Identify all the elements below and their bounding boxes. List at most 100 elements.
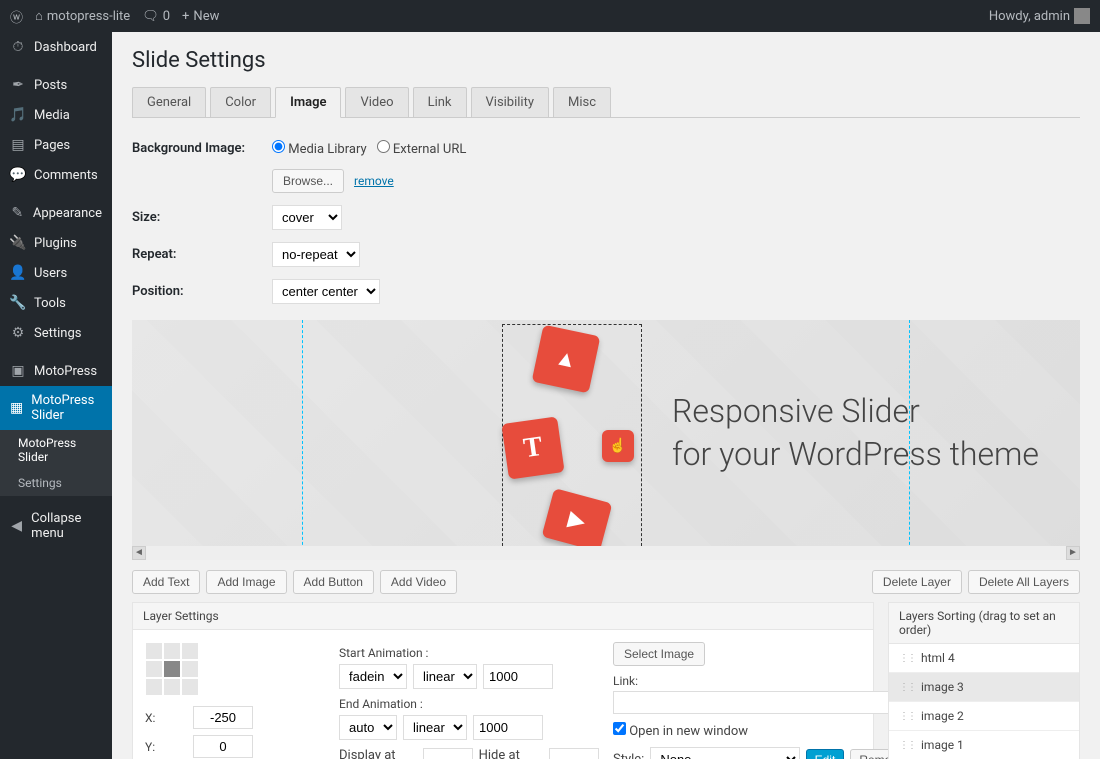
brush-icon: ✎ [10,205,25,221]
slide-headline[interactable]: Responsive Sliderfor your WordPress them… [672,390,1039,476]
media-icon: 🎵 [10,107,26,123]
delete-layer-button[interactable]: Delete Layer [872,570,962,594]
y-label: Y: [145,740,185,754]
start-dur-input[interactable] [483,664,553,689]
bg-image-label: Background Image: [132,141,272,156]
sidebar-appearance[interactable]: ✎Appearance [0,198,112,228]
drag-handle-icon: ⋮⋮ [899,740,915,751]
size-select[interactable]: cover [272,205,342,230]
display-at-input[interactable] [423,748,473,759]
tab-misc[interactable]: Misc [553,87,611,117]
new-link[interactable]: + New [182,9,219,24]
comments-link[interactable]: 🗨 0 [142,9,170,24]
layer-text-icon[interactable]: T [501,416,564,479]
layer-settings-title: Layer Settings [133,603,873,630]
y-input[interactable] [193,735,253,758]
layers-sorting-panel: Layers Sorting (drag to set an order) ⋮⋮… [888,602,1080,759]
add-image-button[interactable]: Add Image [206,570,286,594]
end-anim-select[interactable]: auto [339,715,397,740]
avatar [1074,8,1090,24]
sidebar-media[interactable]: 🎵Media [0,100,112,130]
user-icon: 👤 [10,265,26,281]
style-label: Style: [613,752,644,759]
canvas-hscroll[interactable]: ◄► [132,546,1080,560]
sort-item[interactable]: ⋮⋮image 2 [889,702,1079,731]
delete-all-layers-button[interactable]: Delete All Layers [968,570,1080,594]
drag-handle-icon: ⋮⋮ [899,682,915,693]
page-icon: ▤ [10,137,26,153]
sidebar-dashboard[interactable]: ⏱Dashboard [0,32,112,62]
slide-canvas[interactable]: ▲ T ☝ ▶ Responsive Sliderfor your WordPr… [132,320,1080,560]
mp-slider-icon: ▦ [10,400,23,416]
start-anim-select[interactable]: fadein [339,664,407,689]
sidebar-users[interactable]: 👤Users [0,258,112,288]
sidebar-plugins[interactable]: 🔌Plugins [0,228,112,258]
position-select[interactable]: center center [272,279,380,304]
tab-general[interactable]: General [132,87,206,117]
start-anim-label: Start Animation : [339,646,599,660]
sort-item[interactable]: ⋮⋮html 4 [889,644,1079,673]
link-input[interactable] [613,691,913,714]
start-ease-select[interactable]: linear [413,664,477,689]
x-label: X: [145,711,185,725]
layers-sorting-title: Layers Sorting (drag to set an order) [889,603,1079,644]
gauge-icon: ⏱ [10,39,26,55]
admin-sidebar: ⏱Dashboard ✒Posts 🎵Media ▤Pages 💬Comment… [0,32,112,759]
hide-at-label: Hide at (ms): [479,748,543,759]
open-new-window[interactable]: Open in new window [613,724,748,739]
add-video-button[interactable]: Add Video [380,570,457,594]
comment-icon: 💬 [10,167,26,183]
style-select[interactable]: None [650,747,799,759]
page-title: Slide Settings [132,48,1080,73]
remove-link[interactable]: remove [354,174,394,188]
display-at-label: Display at (ms): [339,748,417,759]
collapse-icon: ◀ [10,518,23,534]
sidebar-posts[interactable]: ✒Posts [0,70,112,100]
radio-media-library[interactable]: Media Library [272,140,367,157]
collapse-menu[interactable]: ◀Collapse menu [0,504,112,548]
add-button-button[interactable]: Add Button [293,570,374,594]
tab-visibility[interactable]: Visibility [471,87,550,117]
sort-item[interactable]: ⋮⋮image 1 [889,731,1079,759]
sidebar-sub-settings[interactable]: Settings [0,470,112,496]
layer-settings-panel: Layer Settings X: Y: width [132,602,874,759]
sidebar-pages[interactable]: ▤Pages [0,130,112,160]
sidebar-sub-slider[interactable]: MotoPress Slider [0,430,112,470]
layer-image-icon[interactable]: ▲ [532,325,601,394]
site-link[interactable]: ⌂ motopress-lite [35,8,130,24]
wp-logo-icon[interactable]: ⓦ [10,7,23,26]
howdy-link[interactable]: Howdy, admin [989,8,1090,24]
sidebar-tools[interactable]: 🔧Tools [0,288,112,318]
tab-link[interactable]: Link [413,87,467,117]
position-label: Position: [132,284,272,299]
end-ease-select[interactable]: linear [403,715,467,740]
end-dur-input[interactable] [473,715,543,740]
x-input[interactable] [193,706,253,729]
add-text-button[interactable]: Add Text [132,570,200,594]
tab-color[interactable]: Color [210,87,271,117]
repeat-select[interactable]: no-repeat [272,242,360,267]
sort-item[interactable]: ⋮⋮image 3 [889,673,1079,702]
hide-at-input[interactable] [549,748,599,759]
admin-toolbar: ⓦ ⌂ motopress-lite 🗨 0 + New Howdy, admi… [0,0,1100,32]
browse-button[interactable]: Browse... [272,169,344,193]
drag-handle-icon: ⋮⋮ [899,711,915,722]
end-anim-label: End Animation : [339,697,599,711]
position-grid[interactable] [145,642,325,696]
sidebar-comments[interactable]: 💬Comments [0,160,112,190]
sidebar-motopress-slider[interactable]: ▦MotoPress Slider [0,386,112,430]
edit-style-button[interactable]: Edit [806,749,845,759]
mp-icon: ▣ [10,363,26,379]
repeat-label: Repeat: [132,247,272,262]
link-label: Link: [613,674,913,688]
layer-pointer-icon[interactable]: ☝ [602,430,634,462]
sidebar-settings[interactable]: ⚙Settings [0,318,112,348]
radio-external-url[interactable]: External URL [377,140,467,157]
sidebar-motopress[interactable]: ▣MotoPress [0,356,112,386]
select-image-button[interactable]: Select Image [613,642,705,666]
drag-handle-icon: ⋮⋮ [899,653,915,664]
plug-icon: 🔌 [10,235,26,251]
guide-left [302,320,303,560]
tab-image[interactable]: Image [275,87,341,118]
tab-video[interactable]: Video [345,87,408,117]
